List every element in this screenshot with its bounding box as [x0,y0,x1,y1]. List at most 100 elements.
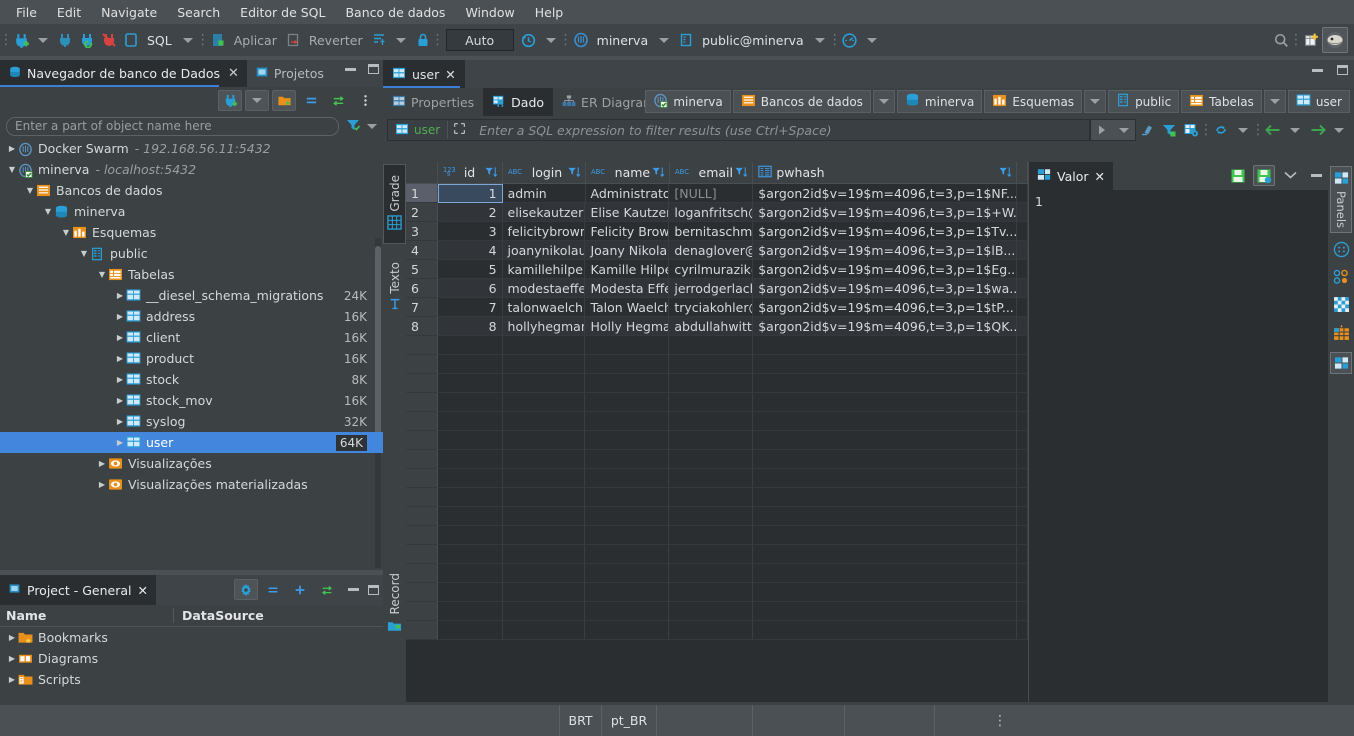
cell-id[interactable]: 8 [438,317,503,336]
expand-filter-icon[interactable] [448,122,471,138]
chevron-right-icon[interactable]: ▶ [114,312,126,321]
chevron-right-icon[interactable]: ▶ [6,654,18,663]
tree-item-address[interactable]: ▶address16K [0,306,383,327]
tree-item-visualiza-es[interactable]: ▶Visualizações [0,453,383,474]
value-panel-content[interactable]: 1 [1029,190,1328,213]
cell-email[interactable]: jerrodgerlach( [669,279,753,298]
cell-id[interactable]: 2 [438,203,503,222]
cell-name[interactable]: Holly Hegmann [585,317,669,336]
menu-item-sql-editor[interactable]: Editor de SQL [230,3,335,22]
cell-name[interactable]: Talon Waelchi [585,298,669,317]
breadcrumb-minerva[interactable]: minerva [645,90,730,113]
row-number[interactable]: 2 [406,203,438,222]
maximize-icon[interactable] [368,64,379,74]
chevron-right-icon[interactable]: ▶ [114,417,126,426]
cell-id[interactable]: 6 [438,279,503,298]
minimize-icon[interactable] [348,588,359,591]
sort-filter-icon[interactable] [568,166,581,181]
data-grid[interactable]: 1239idABCloginABCnameABCemailpwhash 11ad… [406,162,1028,702]
tree-item-user[interactable]: ▶user64K [0,432,383,453]
collapse-all-button[interactable] [299,90,323,111]
close-icon[interactable]: ✕ [445,67,455,82]
breadcrumb-esquemas[interactable]: Esquemas [984,90,1082,113]
auto-save-value-icon[interactable] [1253,165,1275,186]
cell-email[interactable]: loganfritsch@ [669,203,753,222]
filter-dropdown-icon[interactable] [367,124,377,129]
transaction-mode-icon[interactable] [368,28,390,52]
breadcrumb-tabelas[interactable]: Tabelas [1181,90,1262,113]
filter-icon[interactable] [345,117,361,136]
menu-item-edit[interactable]: Edit [47,3,91,22]
disconnect-icon[interactable] [98,28,120,52]
sql-editor-icon[interactable] [120,28,142,52]
cell-id[interactable]: 4 [438,241,503,260]
clear-filter-icon[interactable] [1136,118,1158,142]
cell-email[interactable]: bernitaschmid [669,222,753,241]
cell-login[interactable]: talonwaelchi [503,298,586,317]
value-panel-toggle-icon[interactable] [1330,352,1352,374]
connect-icon[interactable] [54,28,76,52]
tab-properties[interactable]: Properties [383,88,483,116]
cell-email[interactable]: tryciakohler@r [669,298,753,317]
row-number[interactable]: 6 [406,279,438,298]
breadcrumb-dropdown-8[interactable] [1264,90,1286,113]
cell-pwhash[interactable]: $argon2id$v=19$m=4096,t=3,p=1$Tv... [96] [753,222,1017,241]
tab-data[interactable]: Dado [483,88,553,116]
grouping-panel-icon[interactable] [1333,241,1350,261]
new-connection-icon[interactable] [10,28,32,52]
editor-tab-user[interactable]: user ✕ [383,60,465,88]
tab-value[interactable]: Valor ✕ [1029,162,1113,190]
save-value-icon[interactable] [1227,165,1249,186]
close-icon[interactable]: ✕ [228,66,239,81]
grid-body[interactable]: 11adminAdministrator[NULL]$argon2id$v=19… [406,184,1028,640]
navigator-menu-button[interactable] [353,90,377,111]
calc-panel-icon[interactable] [1333,296,1350,316]
column-header-name[interactable]: ABCname [586,162,670,183]
breadcrumb-minerva[interactable]: minerva [897,90,982,113]
tree-item-client[interactable]: ▶client16K [0,327,383,348]
navigate-forward-dropdown-icon[interactable] [1328,118,1350,142]
tab-database-navigator[interactable]: Navegador de banco de Dados ✕ [0,60,247,87]
menu-item-window[interactable]: Window [455,3,524,22]
cell-pwhash[interactable]: $argon2id$v=19$m=4096,t=3,p=1$tP... [96] [753,298,1017,317]
database-tree[interactable]: ▶Docker Swarm- 192.168.56.11:5432▼minerv… [0,138,383,570]
tab-record[interactable]: Record [383,562,406,647]
cell-login[interactable]: hollyhegmann [503,317,586,336]
breadcrumb-dropdown-5[interactable] [1084,90,1106,113]
new-folder-button[interactable] [272,90,296,111]
filter-history-dropdown-icon[interactable] [1113,120,1135,140]
menu-item-navigate[interactable]: Navigate [91,3,167,22]
execute-filter-icon[interactable] [1091,120,1113,140]
cell-email[interactable]: [NULL] [669,184,753,203]
minimize-icon[interactable] [1311,174,1322,177]
tree-item-stock[interactable]: ▶stock8K [0,369,383,390]
menu-item-help[interactable]: Help [525,3,574,22]
row-number[interactable]: 3 [406,222,438,241]
maximize-icon[interactable] [368,585,379,595]
maximize-icon[interactable] [1337,65,1348,75]
tree-item-syslog[interactable]: ▶syslog32K [0,411,383,432]
cell-login[interactable]: elisekautzer [503,203,586,222]
cell-name[interactable]: Felicity Brown [585,222,669,241]
connection-dropdown-icon[interactable] [653,28,675,52]
sort-filter-icon[interactable] [999,166,1012,181]
tab-project-general[interactable]: Project - General ✕ [0,575,156,605]
column-header-login[interactable]: ABClogin [503,162,586,183]
cell-pwhash[interactable]: $argon2id$v=19$m=4096,t=3,p=1$lB... [96] [753,241,1017,260]
navigator-filter-input[interactable]: Enter a part of object name here [6,117,339,136]
tree-item-esquemas[interactable]: ▼Esquemas [0,222,383,243]
project-tree[interactable]: ▶Bookmarks▶Diagrams▶Scripts [0,627,383,690]
tab-text[interactable]: Texto [383,250,406,326]
new-object-icon[interactable] [1300,28,1322,52]
custom-filter-icon[interactable] [1158,118,1180,142]
chevron-right-icon[interactable]: ▶ [6,675,18,684]
column-header-datasource[interactable]: DataSource [174,608,264,623]
cell-id[interactable]: 1 [438,184,503,203]
row-number[interactable]: 1 [406,184,438,203]
grid-corner-cell[interactable] [406,162,438,183]
chevron-right-icon[interactable]: ▶ [114,438,126,447]
row-number[interactable]: 5 [406,260,438,279]
chevron-right-icon[interactable]: ▶ [114,354,126,363]
chevron-right-icon[interactable]: ▶ [114,333,126,342]
user-avatar[interactable] [1322,27,1348,53]
